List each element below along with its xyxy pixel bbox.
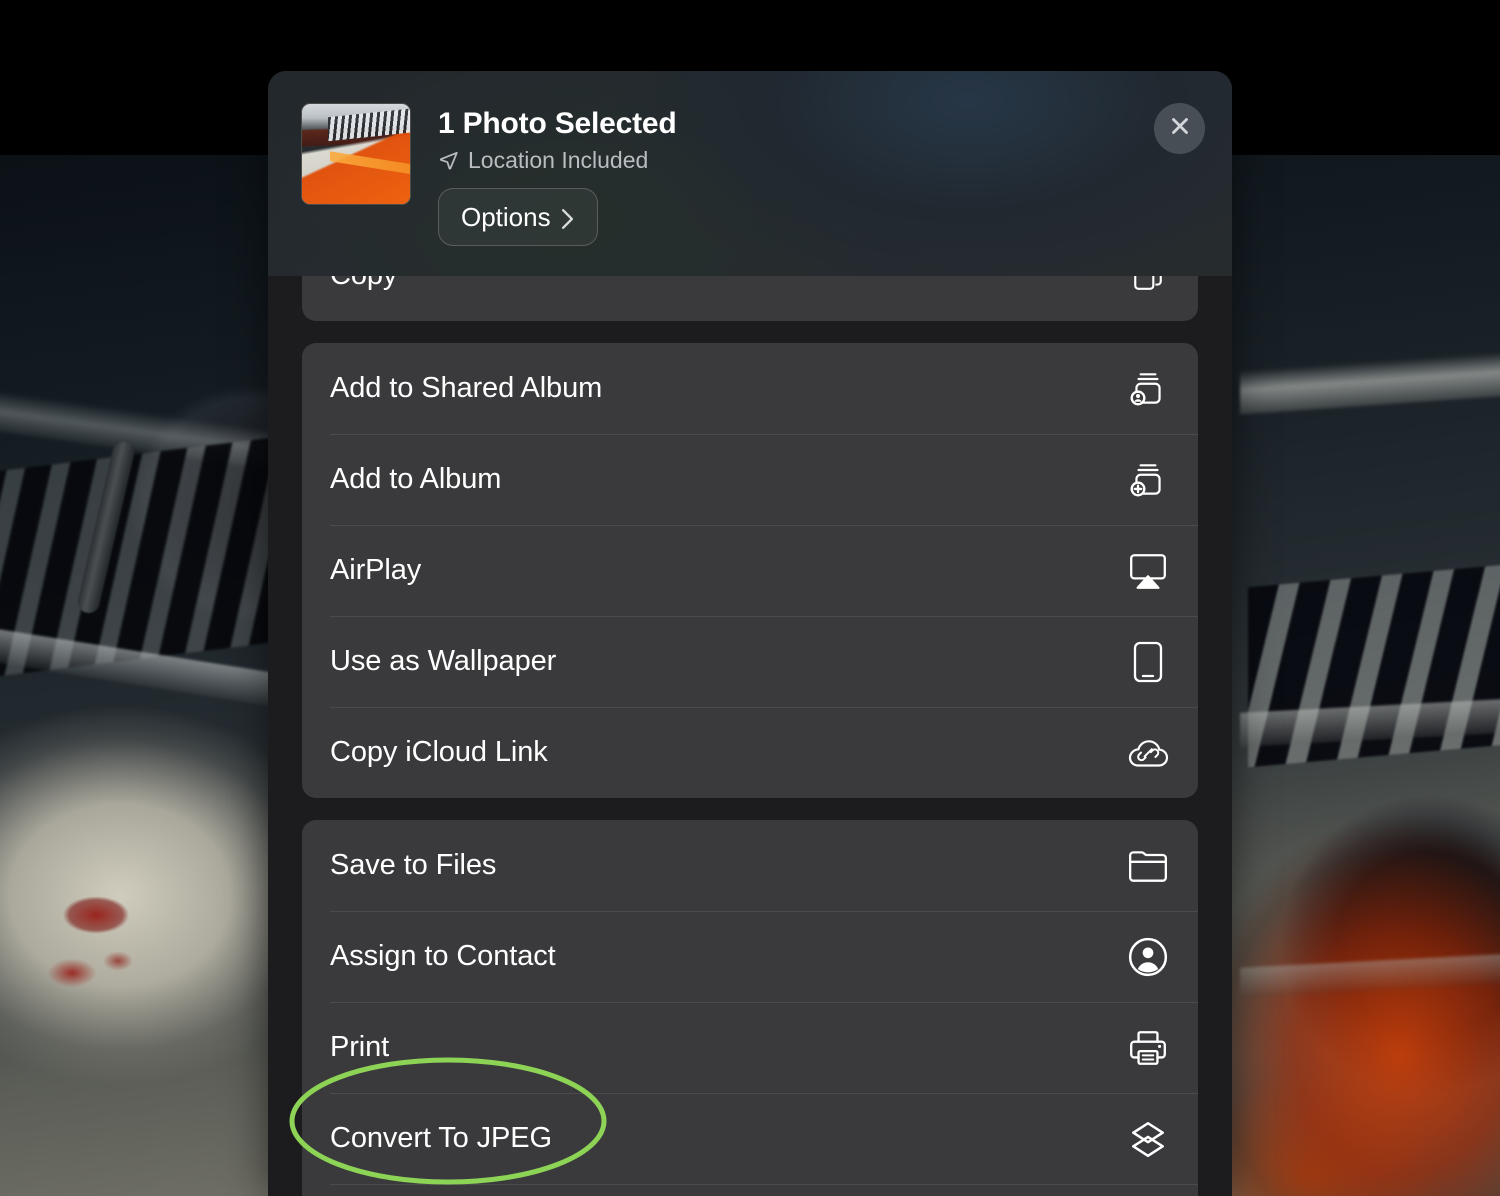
person-circle-icon (1126, 935, 1170, 979)
action-group-clipped: Copy (302, 276, 1198, 321)
layers-icon (1126, 1117, 1170, 1161)
list-item-partial[interactable] (302, 1184, 1198, 1196)
close-icon (1167, 113, 1193, 144)
list-item-label: Copy iCloud Link (330, 736, 548, 768)
list-item-assign-to-contact[interactable]: Assign to Contact (302, 911, 1198, 1002)
airplay-icon (1126, 549, 1170, 593)
action-group-albums: Add to Shared Album Add to Album AirPlay… (302, 343, 1198, 798)
list-item-label: Add to Album (330, 463, 502, 495)
action-group-actions: Save to Files Assign to Contact Print Co… (302, 820, 1198, 1196)
list-item-use-as-wallpaper[interactable]: Use as Wallpaper (302, 616, 1198, 707)
share-sheet-header: 1 Photo Selected Location Included Optio… (268, 71, 1232, 276)
options-button[interactable]: Options (438, 188, 598, 246)
list-item-label: Print (330, 1031, 390, 1063)
list-item[interactable]: Copy (302, 276, 1198, 321)
list-item-copy-icloud-link[interactable]: Copy iCloud Link (302, 707, 1198, 798)
header-tint-overlay (268, 71, 1232, 276)
list-item-label: Assign to Contact (330, 940, 556, 972)
share-sheet-panel: 1 Photo Selected Location Included Optio… (268, 71, 1232, 1196)
list-item-label: Copy (330, 276, 1126, 292)
list-item-airplay[interactable]: AirPlay (302, 525, 1198, 616)
list-item-label: Convert To JPEG (330, 1122, 553, 1154)
page-title: 1 Photo Selected (438, 107, 677, 140)
photo-thumbnail[interactable] (301, 103, 411, 205)
chevron-right-icon (560, 206, 575, 229)
list-item-convert-to-jpeg[interactable]: Convert To JPEG (302, 1093, 1198, 1184)
list-item-add-to-album[interactable]: Add to Album (302, 434, 1198, 525)
copy-icon (1126, 276, 1170, 298)
list-item-label: Use as Wallpaper (330, 645, 557, 677)
list-item-label: Add to Shared Album (330, 372, 603, 404)
close-button[interactable] (1154, 103, 1205, 154)
list-item-add-to-shared-album[interactable]: Add to Shared Album (302, 343, 1198, 434)
location-arrow-icon (438, 150, 459, 171)
wallpaper-icon (1126, 640, 1170, 684)
folder-icon (1126, 844, 1170, 888)
list-item-print[interactable]: Print (302, 1002, 1198, 1093)
share-sheet-action-list: Copy Add to Shared Album (268, 276, 1232, 1196)
list-item-label: AirPlay (330, 554, 422, 586)
icloud-link-icon (1126, 731, 1170, 775)
printer-icon (1126, 1026, 1170, 1070)
list-item-save-to-files[interactable]: Save to Files (302, 820, 1198, 911)
location-status: Location Included (438, 147, 648, 174)
options-button-label: Options (461, 201, 551, 232)
location-status-label: Location Included (468, 147, 649, 173)
add-album-icon (1126, 458, 1170, 502)
list-item-label: Save to Files (330, 849, 497, 881)
shared-album-icon (1126, 367, 1170, 411)
